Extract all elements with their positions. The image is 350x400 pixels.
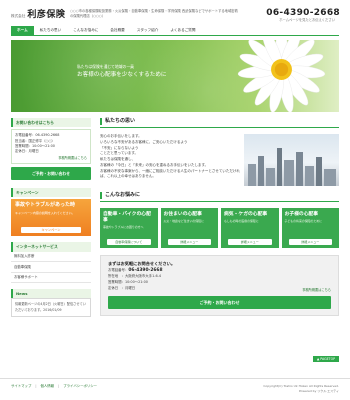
footer-link-policy[interactable]: プライバシーポリシー bbox=[63, 384, 97, 389]
sidebar-news-title: News bbox=[11, 289, 91, 299]
nav-nayami[interactable]: こんなお悩みに bbox=[67, 26, 104, 35]
nav-omoi[interactable]: 私たちの思い bbox=[34, 26, 68, 35]
consult-tel-label: お電話番号： bbox=[108, 267, 129, 272]
hero-line1: 私たちは保険を通じて地域の一員 bbox=[77, 64, 134, 69]
section-omoi-title: 私たちの思い bbox=[100, 118, 339, 125]
consult-tel: 06-4390-2668 bbox=[128, 267, 163, 273]
logo-small: 株式会社 bbox=[11, 14, 26, 18]
daisy-image bbox=[237, 40, 326, 112]
card-sub: 事故やトラブルにお困りの方へ bbox=[103, 224, 144, 229]
sidebar-internet-item[interactable]: 無料加入診断 bbox=[11, 252, 91, 263]
page: 株式会社 利彦保険 ○○○市の各種保険取扱業務・火災保険・自動車保険・生命保険・… bbox=[0, 0, 350, 400]
footer: サイトマップ | 個人情報 | プライバシーポリシー Copyright(C) … bbox=[0, 378, 350, 400]
card-sub: 火災・地震など住まいの保障に bbox=[163, 218, 204, 223]
consult-office-link[interactable]: 事務所概要はこちら bbox=[302, 288, 331, 292]
sidebar: お問い合わせはこちら お電話番号：06-4390-2668 担当者：国正修平（○… bbox=[11, 118, 91, 317]
sidebar-news-body: 情報更新ページの4月2日（火曜日）配信させていただいております。2016/01/… bbox=[11, 298, 91, 317]
hero-banner: 私たちは保険を通じて地域の一員 お客様の心配事を少なくするために bbox=[11, 40, 339, 112]
card-button[interactable]: 詳細メニュー bbox=[288, 238, 332, 245]
card-title: お住まいの心配事 bbox=[163, 212, 202, 217]
card-home[interactable]: お住まいの心配事 火災・地震など住まいの保障に 詳細メニュー bbox=[160, 208, 218, 248]
sidebar-internet-item[interactable]: お客様サポート bbox=[11, 273, 91, 284]
sidebar-contact-line: 定休日：月曜日 bbox=[15, 149, 39, 154]
consult-box: まずはお気軽にお問合せください。 お電話番号：06-4390-2668 所在地 … bbox=[100, 255, 339, 317]
main-content: 私たちの思い 安心のお手伝いをします。 いろいろな不安があるお客様に、ご安心いた… bbox=[100, 118, 339, 317]
sidebar-contact-box: お電話番号：06-4390-2668 担当者：国正修平（○○） 営業時間：10:… bbox=[11, 129, 91, 165]
city-photo bbox=[244, 134, 339, 186]
card-title: 自動車・バイクの心配事 bbox=[103, 212, 151, 223]
logo[interactable]: 株式会社 利彦保険 bbox=[11, 9, 65, 21]
sidebar-office-link[interactable]: 事務所概要はこちら bbox=[15, 156, 87, 160]
nav-company[interactable]: 会社概要 bbox=[104, 26, 130, 35]
campaign-banner[interactable]: 事故やトラブルがあった時 キャンペーン内容の説明を入れてください。 キャンペーン bbox=[11, 199, 91, 237]
nav-staff[interactable]: スタッフ紹介 bbox=[131, 26, 165, 35]
sidebar-internet-title: インターネットサービス bbox=[11, 242, 91, 252]
card-health[interactable]: 病気・ケガの心配事 もしもの時の医療の保障に 詳細メニュー bbox=[221, 208, 279, 248]
footer-link-sitemap[interactable]: サイトマップ bbox=[11, 384, 31, 389]
card-title: 病気・ケガの心配事 bbox=[224, 212, 268, 217]
consult-contact-button[interactable]: ご予約・お問い合わせ bbox=[108, 295, 331, 310]
global-nav: ホーム 私たちの思い こんなお悩みに 会社概要 スタッフ紹介 よくあるご質問 bbox=[11, 26, 339, 36]
pagetop-button[interactable]: ▲ PAGETOP bbox=[312, 356, 339, 363]
campaign-banner-title: 事故やトラブルがあった時 bbox=[15, 202, 76, 209]
sidebar-contact-button[interactable]: ご予約・お問い合わせ bbox=[11, 167, 91, 181]
omoi-text: 安心のお手伝いをします。 いろいろな不安があるお客様に、ご安心いただけるよう 「… bbox=[100, 134, 240, 179]
section-nayami-title: こんなお悩みに bbox=[100, 192, 339, 199]
sidebar-contact-title: お問い合わせはこちら bbox=[11, 118, 91, 128]
tagline: ○○○市の各種保険取扱業務・火災保険・自動車保険・生命保険・学資保険 西武保険な… bbox=[70, 9, 238, 18]
footer-powered: Powered by リクル.エスティ bbox=[298, 388, 339, 393]
header: 株式会社 利彦保険 ○○○市の各種保険取扱業務・火災保険・自動車保険・生命保険・… bbox=[0, 0, 350, 26]
campaign-button[interactable]: キャンペーン bbox=[21, 227, 81, 234]
nav-home[interactable]: ホーム bbox=[11, 26, 34, 35]
campaign-banner-sub: キャンペーン内容の説明を入れてください。 bbox=[15, 210, 75, 215]
nav-faq[interactable]: よくあるご質問 bbox=[164, 26, 201, 35]
card-car[interactable]: 自動車・バイクの心配事 事故やトラブルにお困りの方へ 自動車保険について bbox=[100, 208, 158, 248]
card-sub: 子どもの将来の保障のために bbox=[284, 218, 323, 223]
sidebar-internet-item[interactable]: 自動車保険 bbox=[11, 262, 91, 273]
card-sub: もしもの時の医療の保障に bbox=[224, 218, 259, 223]
header-phone-note: ホームページを見たとお伝えください bbox=[279, 18, 335, 22]
card-title: お子様の心配事 bbox=[284, 212, 319, 217]
card-button[interactable]: 詳細メニュー bbox=[228, 238, 272, 245]
card-button[interactable]: 詳細メニュー bbox=[167, 238, 211, 245]
hero-line2: お客様の心配事を少なくするために bbox=[77, 72, 167, 78]
card-button[interactable]: 自動車保険について bbox=[107, 238, 151, 245]
footer-link-privacy[interactable]: 個人情報 bbox=[41, 384, 55, 389]
card-kids[interactable]: お子様の心配事 子どもの将来の保障のために 詳細メニュー bbox=[281, 208, 339, 248]
logo-name: 利彦保険 bbox=[27, 10, 66, 20]
sidebar-campaign-title: キャンペーン bbox=[11, 188, 91, 198]
